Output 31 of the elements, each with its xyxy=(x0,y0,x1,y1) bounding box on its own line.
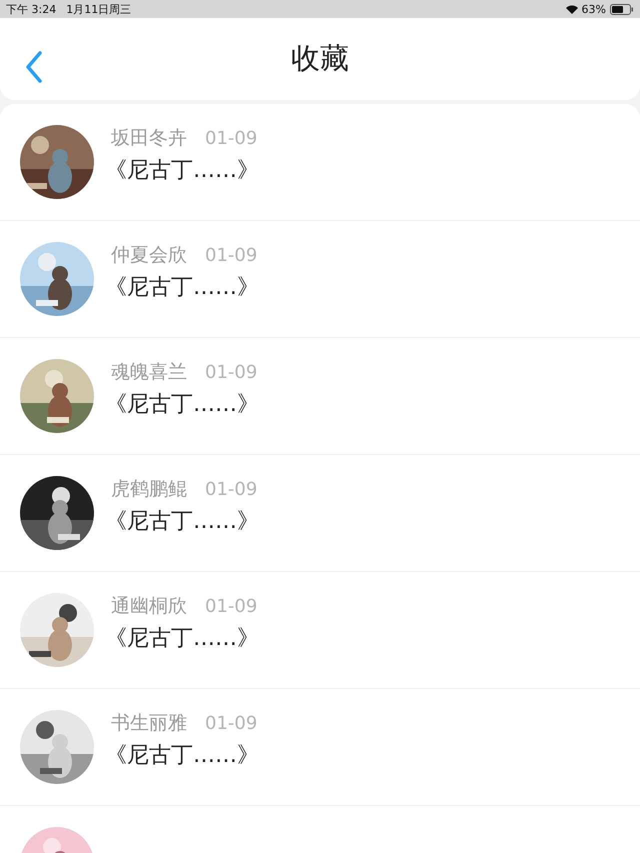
page-title: 收藏 xyxy=(291,40,349,77)
item-title: 《尼古丁……》 xyxy=(105,742,259,770)
item-date: 01-09 xyxy=(205,245,258,266)
item-date: 01-09 xyxy=(205,128,258,149)
favorite-item[interactable]: 虎鹤鹏鲲 01-09 《尼古丁……》 xyxy=(0,455,640,572)
author-name: 仲夏会欣 xyxy=(111,243,187,268)
status-time: 下午 3:24 xyxy=(6,2,56,16)
item-title: 《尼古丁……》 xyxy=(105,625,259,653)
favorite-item[interactable]: 魂魄喜兰 01-09 《尼古丁……》 xyxy=(0,338,640,455)
author-name: 坂田冬卉 xyxy=(111,126,187,151)
author-name: 通幽桐欣 xyxy=(111,594,187,619)
item-title: 《尼古丁……》 xyxy=(105,508,259,536)
item-date: 01-09 xyxy=(205,713,258,734)
battery-percent: 63% xyxy=(582,2,606,16)
battery-icon xyxy=(610,4,634,14)
item-date: 01-09 xyxy=(205,362,258,383)
item-title: 《尼古丁……》 xyxy=(105,274,259,302)
item-title: 《尼古丁……》 xyxy=(105,391,259,419)
author-name: 书生丽雅 xyxy=(111,711,187,736)
item-date: 01-09 xyxy=(205,596,258,617)
back-button[interactable] xyxy=(24,50,44,84)
item-date: 01-09 xyxy=(205,479,258,500)
favorite-item[interactable]: 坂田冬卉 01-09 《尼古丁……》 xyxy=(0,104,640,221)
favorite-item[interactable]: 书生丽雅 01-09 《尼古丁……》 xyxy=(0,689,640,806)
favorite-item[interactable]: 通幽桐欣 01-09 《尼古丁……》 xyxy=(0,572,640,689)
item-title: 《尼古丁……》 xyxy=(105,157,259,185)
author-name: 魂魄喜兰 xyxy=(111,360,187,385)
author-name: 虎鹤鹏鲲 xyxy=(111,477,187,502)
favorite-item[interactable]: 仲夏会欣 01-09 《尼古丁……》 xyxy=(0,221,640,338)
wifi-icon xyxy=(566,4,578,14)
status-date: 1月11日周三 xyxy=(66,2,132,16)
